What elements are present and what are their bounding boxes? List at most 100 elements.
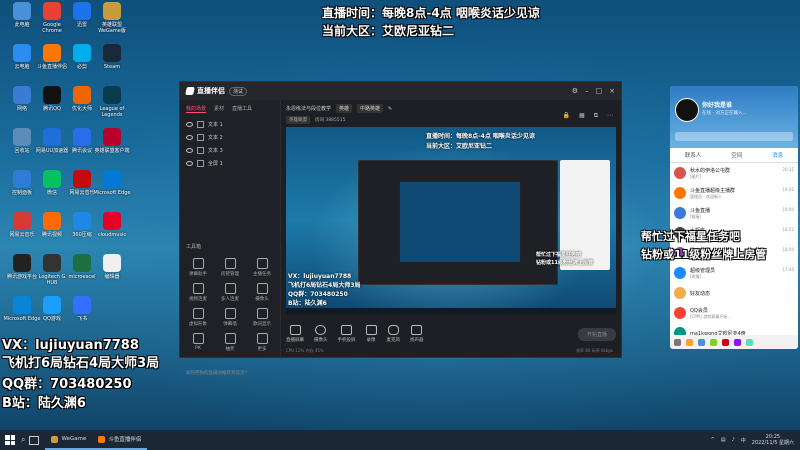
help-link[interactable]: 如何把你的直播间推荐到首页？ — [186, 370, 249, 376]
tool-item[interactable]: 抽奖 — [214, 333, 246, 352]
scene-item[interactable]: 文本 1 — [180, 118, 280, 131]
volume-icon[interactable]: ♪ — [732, 437, 735, 443]
lock-icon[interactable]: 🔒 — [563, 112, 570, 120]
list-item[interactable]: QQ会员 [CPPI] 游戏赛事开始... — [670, 303, 798, 323]
desktop-icon[interactable]: Microsoft Edge — [93, 170, 131, 196]
taskbar-app-douyu[interactable]: 斗鱼直播伴侣 — [92, 430, 148, 450]
input-method-icon[interactable]: 中 — [741, 437, 746, 444]
list-item[interactable]: 超级管理员 [表情] 17:40 — [670, 263, 798, 283]
list-item[interactable]: 斗鱼直播超级主播群 管理员：欢迎新人 19:30 — [670, 183, 798, 203]
eye-icon[interactable] — [186, 148, 193, 153]
tool-label: 主播任务 — [253, 272, 271, 277]
tool-item[interactable]: 弹幕墙 — [214, 308, 246, 327]
tool-item[interactable]: PK — [182, 333, 214, 352]
tool-label: PK — [195, 346, 201, 351]
tool-item[interactable]: 更多 — [246, 333, 278, 352]
add-icon[interactable] — [746, 338, 753, 346]
layout-icon[interactable]: ▦ — [579, 112, 585, 120]
file-icon[interactable] — [698, 338, 705, 346]
edit-icon[interactable]: ✎ — [388, 106, 392, 112]
tab-messages[interactable]: 消息 — [772, 151, 783, 159]
tab-contacts[interactable]: 联系人 — [685, 151, 702, 159]
avatar[interactable] — [675, 98, 699, 122]
phone-cast-button[interactable]: 手机投屏 — [338, 325, 356, 343]
close-icon[interactable]: × — [609, 87, 615, 95]
wegame-icon — [51, 435, 59, 443]
list-item[interactable]: 好友动态 — [670, 283, 798, 303]
desktop-icon[interactable]: Steam — [93, 44, 131, 70]
game-icon[interactable] — [710, 338, 717, 346]
room-category[interactable]: 中路英雄 — [357, 104, 384, 113]
stream-preview[interactable]: 直播时间：每晚8点-4点 咽喉炎话少见谅 当前大区：艾欧尼亚钻二 VX：luji… — [286, 127, 616, 314]
contact-name: 斗鱼直播超级主播群 — [690, 187, 736, 194]
control-label: 录像 — [366, 338, 376, 343]
tool-item[interactable]: 房管管理 — [214, 258, 246, 277]
eye-icon[interactable] — [186, 161, 193, 166]
overlay-right-line1: 帮忙过下福星任务吧 — [641, 230, 740, 243]
desktop-icon[interactable]: League of Legends — [93, 86, 131, 118]
menu-icon[interactable] — [674, 338, 681, 346]
tool-item[interactable]: 虚拟形象 — [182, 308, 214, 327]
task-view-icon[interactable] — [29, 435, 40, 445]
qq-signature[interactable]: 在线 - 对方正在输入... — [702, 110, 747, 116]
chevron-up-icon[interactable]: ^ — [711, 437, 715, 443]
qq-panel[interactable]: 你好我是谁 在线 - 对方正在输入... 联系人 空间 消息 秋水的伊洛公屯群[… — [670, 86, 798, 349]
room-title[interactable]: 永恩练法与段位教学 — [286, 105, 331, 112]
tool-icon — [224, 308, 236, 319]
microphone-button[interactable]: 麦克风 — [387, 325, 400, 343]
clock[interactable]: 20:25 2022/11/5 星期六 — [752, 434, 794, 446]
scene-item[interactable]: 全屏 1 — [180, 157, 280, 170]
room-tag[interactable]: 英雄 — [336, 104, 353, 113]
tab-materials[interactable]: 素材 — [214, 105, 224, 113]
more-icon[interactable]: ⋯ — [607, 112, 613, 120]
taskbar-app-wegame[interactable]: WeGame — [45, 430, 93, 450]
system-tray: ^ ▤ ♪ 中 20:25 2022/11/5 星期六 — [711, 434, 800, 446]
tool-item[interactable]: 摄像头 — [246, 283, 278, 302]
network-icon[interactable]: ▤ — [721, 437, 726, 443]
email-icon[interactable] — [686, 338, 693, 346]
desktop-icon[interactable]: 编辑器 — [93, 254, 131, 280]
screen-capture-button[interactable]: 直播屏幕 — [286, 325, 304, 343]
crop-icon[interactable]: ⧉ — [594, 112, 598, 120]
tool-item[interactable]: 主播任务 — [246, 258, 278, 277]
desktop-icon-label: League of Legends — [99, 106, 125, 118]
app-icon[interactable] — [734, 338, 741, 346]
eye-icon[interactable] — [186, 122, 193, 127]
record-button[interactable]: 录像 — [365, 325, 377, 343]
maximize-icon[interactable]: □ — [596, 87, 603, 95]
minimize-icon[interactable]: – — [585, 87, 589, 95]
list-item[interactable]: 斗鱼直播 [链接] 19:00 — [670, 203, 798, 223]
microphone-icon — [387, 325, 399, 335]
tab-space[interactable]: 空间 — [731, 151, 742, 159]
camera-button[interactable]: 摄像头 — [314, 325, 328, 343]
tab-tools[interactable]: 直播工具 — [232, 105, 252, 113]
eye-icon[interactable] — [186, 135, 193, 140]
tool-item[interactable]: 歌词显示 — [246, 308, 278, 327]
scene-item[interactable]: 文本 2 — [180, 131, 280, 144]
desktop-icon[interactable]: 英雄联盟WeGame版 — [93, 2, 131, 34]
tool-item[interactable]: 弹幕助手 — [182, 258, 214, 277]
tool-item[interactable]: 多人连麦 — [214, 283, 246, 302]
desktop-icon[interactable]: cloudmusic — [93, 212, 131, 238]
title-bar[interactable]: 直播伴侣 测试 ⚙ – □ × — [180, 82, 621, 100]
go-live-button[interactable]: 开始直播 — [577, 327, 616, 341]
music-icon[interactable] — [722, 338, 729, 346]
scene-panel: 我的场景 素材 直播工具 文本 1 文本 2 文本 3 全屏 1 工具箱 弹幕助… — [180, 100, 281, 376]
settings-icon[interactable]: ⚙ — [572, 87, 578, 95]
app-icon — [73, 86, 91, 104]
tab-scenes[interactable]: 我的场景 — [186, 105, 207, 113]
windows-start-icon[interactable] — [5, 435, 15, 445]
taskbar-app-label: WeGame — [61, 436, 87, 442]
search-input[interactable] — [675, 132, 793, 141]
list-item[interactable]: 秋水的伊洛公屯群 [图片] 20:21 — [670, 163, 798, 183]
desktop-icon[interactable]: 英雄联盟客户端 — [93, 128, 131, 154]
desktop-icon[interactable]: 飞书 — [63, 296, 101, 322]
live-companion-window[interactable]: 直播伴侣 测试 ⚙ – □ × 我的场景 素材 直播工具 文本 1 文本 2 文… — [179, 81, 622, 376]
text-icon — [197, 121, 204, 128]
search-icon[interactable]: ⌕ — [21, 435, 25, 445]
taskbar: ⌕ WeGame 斗鱼直播伴侣 ^ ▤ ♪ 中 20:25 2022/11/5 … — [0, 430, 800, 450]
tool-item[interactable]: 视频连麦 — [182, 283, 214, 302]
overlay-top-line2: 当前大区：艾欧尼亚钻二 — [322, 24, 455, 38]
speaker-button[interactable]: 扬声器 — [410, 325, 424, 343]
scene-item[interactable]: 文本 3 — [180, 144, 280, 157]
